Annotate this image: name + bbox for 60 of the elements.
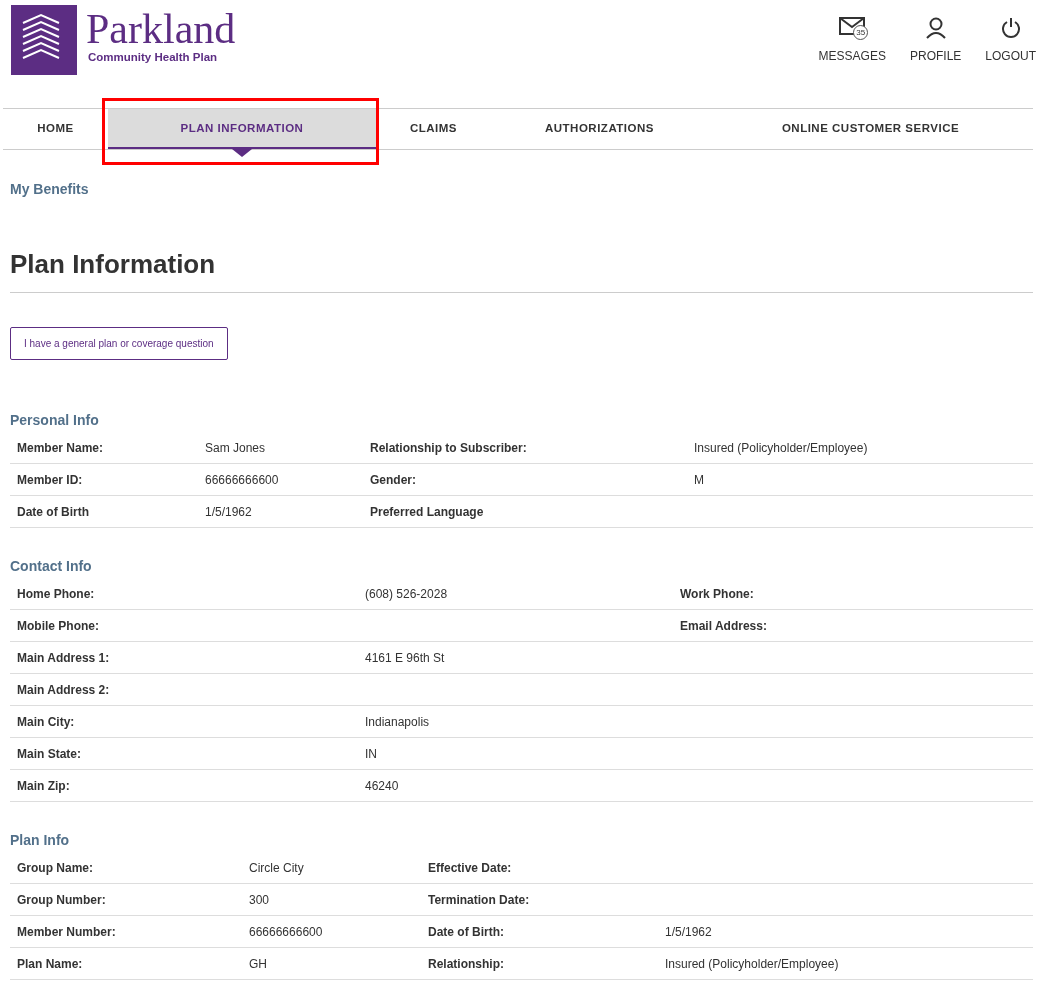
- field-label: Relationship:: [428, 956, 505, 971]
- field-label: Group Number:: [17, 892, 107, 907]
- messages-link[interactable]: 35 MESSAGES: [818, 17, 886, 63]
- field-value: Sam Jones: [205, 440, 267, 455]
- brand-tagline: Community Health Plan: [88, 51, 219, 63]
- field-label: Group Name:: [17, 860, 94, 875]
- brand-name: Parkland: [86, 7, 236, 51]
- field-label: Work Phone:: [680, 586, 755, 601]
- field-value: Indianapolis: [365, 714, 431, 729]
- field-label: Effective Date:: [428, 860, 513, 875]
- field-label: Member ID:: [17, 472, 84, 487]
- nav-tab[interactable]: AUTHORIZATIONS: [491, 109, 708, 149]
- field-value: IN: [365, 746, 378, 761]
- field-value: Insured (Policyholder/Employee): [665, 956, 840, 971]
- field-value: 66666666600: [249, 924, 324, 939]
- field-value: 1/5/1962: [665, 924, 713, 939]
- field-value: M: [694, 472, 705, 487]
- page-title: Plan Information: [10, 249, 1033, 293]
- field-value: 1/5/1962: [205, 504, 253, 519]
- field-label: Date of Birth:: [428, 924, 505, 939]
- field-value: 300: [249, 892, 271, 907]
- field-label: Main Address 1:: [17, 650, 111, 665]
- field-label: Main Address 2:: [17, 682, 111, 697]
- field-label: Home Phone:: [17, 586, 96, 601]
- nav-tab[interactable]: PLAN INFORMATION: [108, 109, 376, 149]
- envelope-icon: [839, 17, 866, 35]
- person-icon: [925, 17, 946, 39]
- field-value: GH: [249, 956, 268, 971]
- field-label: Main Zip:: [17, 778, 71, 793]
- section-title: Plan Info: [10, 832, 71, 848]
- nav-tab[interactable]: CLAIMS: [376, 109, 491, 149]
- field-value: 46240: [365, 778, 400, 793]
- field-value: 66666666600: [205, 472, 280, 487]
- field-label: Preferred Language: [370, 504, 485, 519]
- section-title: Contact Info: [10, 558, 93, 574]
- field-label: Mobile Phone:: [17, 618, 100, 633]
- field-label: Relationship to Subscriber:: [370, 440, 528, 455]
- field-label: Member Name:: [17, 440, 105, 455]
- power-icon: [1000, 17, 1021, 39]
- field-label: Main City:: [17, 714, 76, 729]
- field-label: Date of Birth: [17, 504, 90, 519]
- field-value: Circle City: [249, 860, 305, 875]
- field-label: Gender:: [370, 472, 417, 487]
- field-label: Member Number:: [17, 924, 117, 939]
- nav-tab[interactable]: HOME: [3, 109, 108, 149]
- field-label: Plan Name:: [17, 956, 84, 971]
- question-button[interactable]: I have a general plan or coverage question: [10, 327, 228, 360]
- field-label: Termination Date:: [428, 892, 531, 907]
- nav-tab[interactable]: ONLINE CUSTOMER SERVICE: [708, 109, 1033, 149]
- field-value: 4161 E 96th St: [365, 650, 446, 665]
- field-label: Email Address:: [680, 618, 768, 633]
- field-label: Main State:: [17, 746, 82, 761]
- profile-link[interactable]: PROFILE: [909, 17, 962, 63]
- field-value: Insured (Policyholder/Employee): [694, 440, 869, 455]
- message-count-badge: 35: [853, 25, 869, 40]
- logout-link[interactable]: LOGOUT: [985, 17, 1036, 63]
- field-value: (608) 526-2028: [365, 586, 449, 601]
- logo-icon: [11, 5, 77, 75]
- breadcrumb: My Benefits: [10, 181, 90, 197]
- section-title: Personal Info: [10, 412, 100, 428]
